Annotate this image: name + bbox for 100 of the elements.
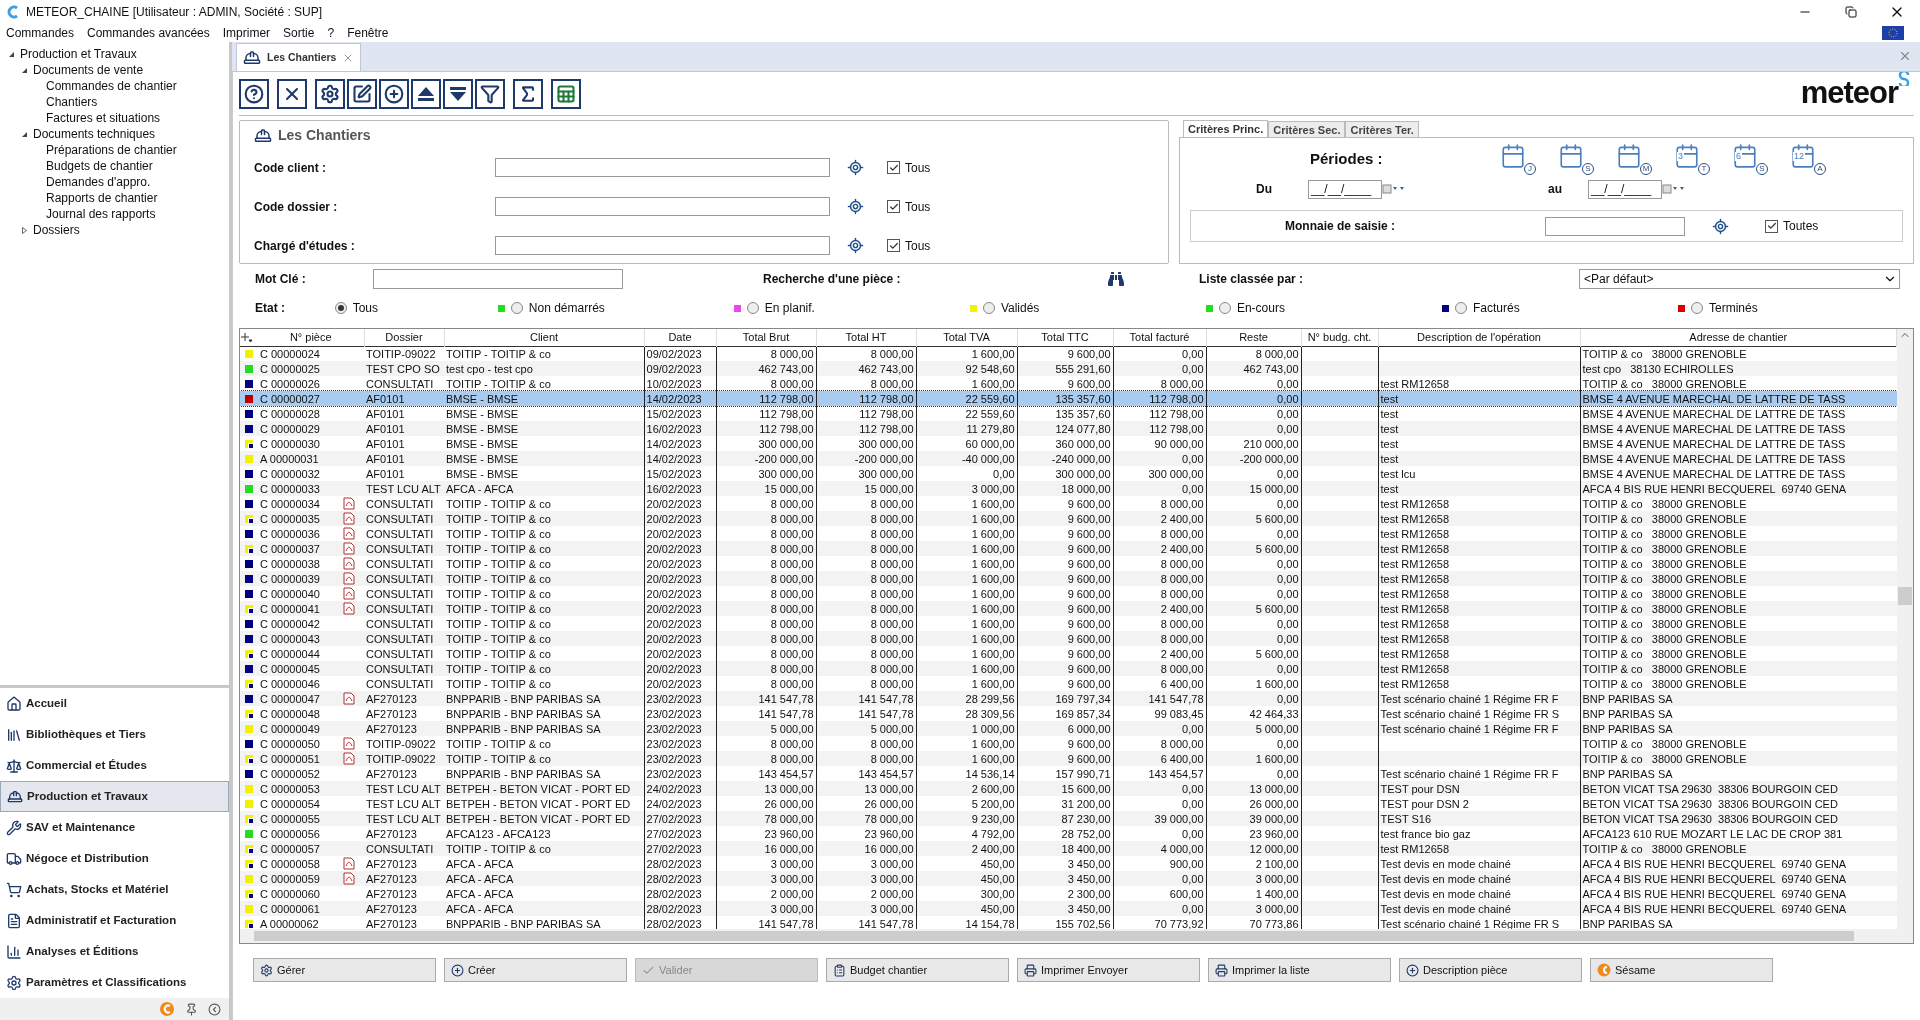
table-row[interactable]: C 00000032 AF0101 BMSE - BMSE 15/02/2023 300 000,00 300 000,00 0,00 300 000,00 300 000,00 0,00 test lcu BMSE 4 AVENUE MARECHAL DE LATTRE DE TASS (240, 466, 1897, 481)
tree-item[interactable]: Rapports de chantier (46, 190, 158, 206)
radio-button[interactable] (982, 302, 995, 314)
checkbox[interactable] (887, 161, 900, 174)
nav-item[interactable]: Production et Travaux (0, 781, 229, 812)
table-row[interactable]: C 00000051 TOITIP-09022 TOITIP - TOITIP & co 23/02/2023 8 000,00 8 000,00 1 600,00 9 600,00 6 400,00 1 600,00 TOITIP & co 38000 GRENOBLE (240, 751, 1897, 766)
column-header[interactable]: Total Brut (716, 329, 816, 346)
document-tab[interactable]: Les Chantiers (236, 43, 362, 71)
checkbox[interactable] (1765, 219, 1778, 233)
input-field[interactable] (495, 197, 830, 216)
table-row[interactable]: C 00000061 AF270123 AFCA - AFCA 28/02/2023 3 000,00 3 000,00 450,00 3 450,00 0,00 3 000,00 Test devis en mode chainé AFCA 4 BIS RUE HENRI BECQUEREL 69740 GENA (240, 901, 1897, 916)
action-button[interactable]: Description pièce (1399, 958, 1582, 982)
nav-item[interactable]: Administratif et Facturation (0, 905, 229, 936)
table-row[interactable]: C 00000027 AF0101 BMSE - BMSE 14/02/2023 112 798,00 112 798,00 22 559,60 135 357,60 112 798,00 0,00 test BMSE 4 AVENUE MARECHAL DE LATTRE DE TASS (240, 391, 1897, 406)
tree-item[interactable]: Demandes d'appro. (46, 174, 151, 190)
nav-item[interactable]: Paramètres et Classifications (0, 967, 229, 998)
expanded-arrow-icon[interactable] (21, 66, 28, 74)
pdf-file-icon[interactable] (342, 872, 356, 885)
column-header[interactable]: Date (644, 329, 716, 346)
column-header[interactable]: Total HT (816, 329, 916, 346)
column-header[interactable]: Client (444, 329, 644, 346)
table-row[interactable]: C 00000059 AF270123 AFCA - AFCA 28/02/2023 3 000,00 3 000,00 450,00 3 450,00 0,00 3 000,00 Test devis en mode chainé AFCA 4 BIS RUE HENRI BECQUEREL 69740 GENA (240, 871, 1897, 886)
pdf-file-icon[interactable] (342, 587, 356, 600)
nav-item[interactable]: SAV et Maintenance (0, 812, 229, 843)
expanded-arrow-icon[interactable] (8, 50, 15, 58)
tree-item[interactable]: Dossiers (33, 222, 80, 238)
edit-button[interactable] (347, 78, 377, 109)
column-header[interactable]: Reste (1206, 329, 1301, 346)
radio-button[interactable] (1218, 302, 1231, 314)
table-row[interactable]: C 00000030 AF0101 BMSE - BMSE 14/02/2023 300 000,00 300 000,00 60 000,00 360 000,00 90 000,00 210 000,00 test BMSE 4 AVENUE MARECHAL DE LATTRE DE TASS (240, 436, 1897, 451)
menu-item[interactable]: Imprimer (222, 24, 271, 42)
action-button[interactable]: Budget chantier (826, 958, 1009, 982)
pdf-file-icon[interactable] (342, 692, 356, 705)
table-row[interactable]: C 00000044 CONSULTATI TOITIP - TOITIP & co 20/02/2023 8 000,00 8 000,00 1 600,00 9 600,00 2 400,00 5 600,00 test RM12658 TOITIP & co 38000 GRENOBLE (240, 646, 1897, 661)
action-button[interactable]: Sésame (1590, 958, 1773, 982)
input-field[interactable] (495, 158, 830, 177)
pdf-file-icon[interactable] (342, 752, 356, 765)
table-row[interactable]: C 00000057 CONSULTATI TOITIP - TOITIP & co 27/02/2023 16 000,00 16 000,00 2 400,00 18 400,00 4 000,00 12 000,00 test RM12658 TOITIP & co 38000 GRENOBLE (240, 841, 1897, 856)
table-row[interactable]: C 00000026 CONSULTATI TOITIP - TOITIP & co 10/02/2023 8 000,00 8 000,00 1 600,00 9 600,00 8 000,00 0,00 test RM12658 TOITIP & co 38000 GRENOBLE (240, 376, 1897, 391)
menu-item[interactable]: ? (327, 24, 335, 42)
collapsed-arrow-icon[interactable] (21, 226, 28, 234)
pdf-file-icon[interactable] (342, 527, 356, 540)
table-row[interactable]: C 00000045 CONSULTATI TOITIP - TOITIP & co 20/02/2023 8 000,00 8 000,00 1 600,00 9 600,00 8 000,00 0,00 test RM12658 TOITIP & co 38000 GRENOBLE (240, 661, 1897, 676)
criteria-tab[interactable]: Critères Princ. (1183, 120, 1269, 138)
table-row[interactable]: C 00000054 TEST LCU ALT BETPEH - BETON VICAT - PORT ED 24/02/2023 26 000,00 26 000,00 5 200,00 31 200,00 0,00 26 000,00 TEST pour DSN 2 BETON VICAT TSA 29630 38306 BOURGOIN CED (240, 796, 1897, 811)
column-header[interactable]: Adresse de chantier (1580, 329, 1897, 346)
lookup-icon[interactable] (847, 198, 864, 215)
nav-item[interactable]: Achats, Stocks et Matériel (0, 874, 229, 905)
radio-button[interactable] (1454, 302, 1467, 314)
checkbox[interactable] (887, 239, 900, 252)
nav-item[interactable]: Accueil (0, 688, 229, 719)
plus-button[interactable] (379, 78, 409, 109)
table-row[interactable]: C 00000029 AF0101 BMSE - BMSE 16/02/2023 112 798,00 112 798,00 11 279,80 124 077,80 112 798,00 0,00 test BMSE 4 AVENUE MARECHAL DE LATTRE DE TASS (240, 421, 1897, 436)
table-row[interactable]: C 00000049 AF270123 BNPPARIB - BNP PARIBAS SA 23/02/2023 5 000,00 5 000,00 1 000,00 6 000,00 0,00 5 000,00 Test scénario chainé 1 Régime FR F BNP PARIBAS SA (240, 721, 1897, 736)
tree-item[interactable]: Préparations de chantier (46, 142, 177, 158)
sort-dropdown[interactable]: <Par défaut> (1579, 269, 1900, 289)
criteria-tab[interactable]: Critères Sec. (1268, 121, 1346, 137)
pdf-file-icon[interactable] (342, 602, 356, 615)
tree-item[interactable]: Factures et situations (46, 110, 161, 126)
tree-item[interactable]: Chantiers (46, 94, 98, 110)
tree-item[interactable]: Journal des rapports (46, 206, 156, 222)
pdf-file-icon[interactable] (342, 572, 356, 585)
calendar-button[interactable]: 12 A (1790, 143, 1826, 175)
close-button[interactable] (277, 78, 307, 109)
settings-button[interactable] (315, 78, 345, 109)
radio-button[interactable] (510, 302, 523, 314)
eject-up-button[interactable] (411, 78, 441, 109)
menu-item[interactable]: Sortie (283, 24, 315, 42)
table-row[interactable]: C 00000033 TEST LCU ALT AFCA - AFCA 16/02/2023 15 000,00 15 000,00 3 000,00 18 000,00 0,00 15 000,00 test AFCA 4 BIS RUE HENRI BECQUEREL 69740 GENA (240, 481, 1897, 496)
calendar-button[interactable]: M (1616, 143, 1652, 175)
checkbox[interactable] (887, 200, 900, 213)
filter-button[interactable] (475, 78, 505, 109)
horizontal-scrollbar[interactable] (240, 929, 1913, 943)
pdf-file-icon[interactable] (342, 542, 356, 555)
table-row[interactable]: C 00000047 AF270123 BNPPARIB - BNP PARIBAS SA 23/02/2023 141 547,78 141 547,78 28 299,56 169 797,34 141 547,78 0,00 Test scénario chainé 1 Régime FR F BNP PARIBAS SA (240, 691, 1897, 706)
tree-item[interactable]: Documents techniques (33, 126, 156, 142)
lookup-icon[interactable] (1712, 217, 1729, 235)
menu-item[interactable]: Commandes avancées (87, 24, 210, 42)
pdf-file-icon[interactable] (342, 557, 356, 570)
pdf-file-icon[interactable] (342, 857, 356, 870)
eject-down-button[interactable] (443, 78, 473, 109)
menu-item[interactable]: Commandes (6, 24, 75, 42)
nav-item[interactable]: Bibliothèques et Tiers (0, 719, 229, 750)
tree-item[interactable]: Documents de vente (33, 62, 144, 78)
column-header[interactable]: Total TTC (1017, 329, 1113, 346)
table-row[interactable]: C 00000037 CONSULTATI TOITIP - TOITIP & co 20/02/2023 8 000,00 8 000,00 1 600,00 9 600,00 2 400,00 5 600,00 test RM12658 TOITIP & co 38000 GRENOBLE (240, 541, 1897, 556)
table-row[interactable]: C 00000043 CONSULTATI TOITIP - TOITIP & co 20/02/2023 8 000,00 8 000,00 1 600,00 9 600,00 8 000,00 0,00 test RM12658 TOITIP & co 38000 GRENOBLE (240, 631, 1897, 646)
collapse-icon[interactable] (208, 1002, 221, 1016)
menu-item[interactable]: Fenêtre (347, 24, 389, 42)
column-header[interactable]: Description de l'opération (1378, 329, 1580, 346)
column-header[interactable]: Total facturé (1113, 329, 1206, 346)
binoculars-icon[interactable] (1108, 271, 1124, 287)
criteria-tab[interactable]: Critères Ter. (1345, 121, 1419, 137)
tree-item[interactable]: Production et Travaux (20, 46, 137, 62)
action-button[interactable]: Créer (444, 958, 627, 982)
lookup-icon[interactable] (847, 159, 864, 176)
excel-button[interactable] (551, 78, 581, 109)
table-row[interactable]: C 00000055 TEST LCU ALT BETPEH - BETON VICAT - PORT ED 27/02/2023 78 000,00 78 000,00 9 230,00 87 230,00 39 000,00 39 000,00 TEST S16 BETON VICAT TSA 29630 38306 BOURGOIN CED (240, 811, 1897, 826)
table-row[interactable]: A 00000062 AF270123 BNPPARIB - BNP PARIBAS SA 28/02/2023 141 547,78 141 547,78 14 154,78 155 702,56 70 773,92 70 773,86 Test scénario chainé 1 Régime FR S BNP PARIBAS SA (240, 916, 1897, 929)
date-field[interactable]: __/__/____ (1308, 179, 1382, 199)
